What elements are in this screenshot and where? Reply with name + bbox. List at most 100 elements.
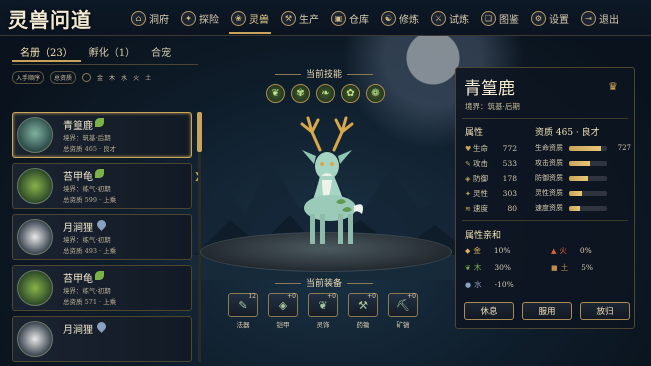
beast-card[interactable]: 苔甲龟 境界：练气·初期 总资质 599 · 上乘	[12, 163, 192, 209]
tab-fusion[interactable]: 合宠	[143, 40, 179, 62]
all-elements-icon[interactable]	[82, 73, 92, 82]
equip-title-text: 当前装备	[305, 279, 342, 289]
equip-slot-hoe[interactable]: ⚒ +0 药锄	[348, 293, 378, 329]
beast-name: 月涧狸	[63, 325, 93, 336]
affinity-earth: ■ 土 5%	[551, 262, 593, 273]
roster-scrollbar[interactable]	[197, 112, 202, 362]
stat-value: 533	[502, 159, 517, 168]
stat-defense: ◈ 防御 178	[465, 173, 517, 184]
equip-level: +0	[407, 293, 416, 300]
tab-roster[interactable]: 名册（23）	[12, 40, 81, 62]
scroll-thumb[interactable]	[197, 112, 202, 152]
beast-card[interactable]: 月涧狸	[12, 316, 192, 362]
aptitude-label: 攻击资质	[535, 159, 563, 167]
divider	[462, 220, 628, 221]
aptitude-defense: 防御资质	[535, 173, 631, 183]
nav-item-cultivate[interactable]: ☯ 修炼	[375, 0, 425, 36]
equip-slot-artifact[interactable]: ✎ 12 法器	[228, 293, 258, 329]
affinity-label: 金	[473, 246, 481, 255]
equip-slot-armor[interactable]: ◈ +0 铠甲	[268, 293, 298, 329]
nav-label: 生产	[299, 14, 319, 26]
beast-name: 月涧狸	[63, 223, 93, 234]
tab-hatch[interactable]: 孵化（1）	[81, 40, 143, 62]
equip-level: +0	[327, 293, 336, 300]
filter-wood[interactable]: 木	[109, 73, 115, 82]
release-button[interactable]: 放归	[580, 302, 630, 320]
filter-metal[interactable]: 金	[97, 73, 103, 82]
stat-value: 178	[502, 174, 517, 183]
consume-button[interactable]: 服用	[522, 302, 572, 320]
stat-label: 速度	[473, 204, 488, 213]
equip-slot-pickaxe[interactable]: ⛏ +0 矿镐	[388, 293, 418, 329]
skill-slot-1-icon[interactable]: ❦	[266, 84, 285, 103]
nav-item-explore[interactable]: ✦ 探险	[175, 0, 225, 36]
equip-label: 铠甲	[276, 321, 290, 329]
leaf-icon	[95, 118, 104, 127]
nav-item-cave[interactable]: ⌂ 洞府	[125, 0, 175, 36]
nav-label: 图鉴	[499, 14, 519, 26]
aptitude-spirit: 灵性资质	[535, 188, 631, 198]
beast-aptitude: 总资质 493 · 上乘	[63, 247, 117, 255]
affinity-value: 0%	[579, 246, 592, 255]
compass-icon: ✦	[181, 10, 196, 26]
beast-icon: ❀	[231, 10, 246, 26]
equip-label: 法器	[236, 321, 250, 329]
beast-card[interactable]: 月涧狸 境界：练气·初期 总资质 493 · 上乘	[12, 214, 192, 260]
nav-item-production[interactable]: ⚒ 生产	[275, 0, 325, 36]
beast-card[interactable]: 青篁鹿 境界：筑基·后期 总资质 465 · 良才	[12, 112, 192, 158]
affinity-title: 属性亲和	[465, 231, 502, 241]
nav-item-warehouse[interactable]: ▣ 仓库	[325, 0, 375, 36]
filter-water[interactable]: 水	[121, 73, 127, 82]
filter-fire[interactable]: 火	[133, 73, 139, 82]
book-icon: ❏	[481, 10, 496, 26]
beast-aptitude: 总资质 571 · 上乘	[63, 298, 117, 306]
nav-label: 洞府	[149, 14, 169, 26]
beast-realm: 境界：练气·初期	[63, 287, 111, 295]
nav-item-codex[interactable]: ❏ 图鉴	[475, 0, 525, 36]
sort-aptitude-button[interactable]: 总资质	[50, 71, 77, 84]
nav-item-exit[interactable]: ⇥ 退出	[575, 0, 625, 36]
nav-item-settings[interactable]: ⚙ 设置	[525, 0, 575, 36]
gear-icon: ⚙	[531, 10, 546, 26]
nav-item-trial[interactable]: ⚔ 试炼	[425, 0, 475, 36]
nav-item-beasts[interactable]: ❀ 灵兽	[225, 0, 275, 36]
yinyang-icon: ☯	[381, 10, 396, 26]
equip-icon-glyph: ✎	[238, 298, 248, 312]
sort-order-button[interactable]: 入手顺序	[12, 71, 45, 84]
affinity-metal: ◆ 金 10%	[465, 245, 511, 256]
stat-label: 生命	[473, 144, 488, 153]
nav-label: 仓库	[349, 14, 369, 26]
aptitude-bar	[569, 205, 607, 211]
metal-icon: ◆	[465, 246, 471, 255]
house-icon: ⌂	[131, 10, 146, 26]
skill-slot-4-icon[interactable]: ✿	[341, 84, 360, 103]
wind-icon: ≋	[465, 204, 471, 213]
affinity-value: 10%	[493, 246, 511, 255]
aptitude-label: 速度资质	[535, 204, 563, 212]
beast-realm: 境界：练气·初期	[63, 185, 111, 193]
top-navigation-bar: 灵兽问道 ⌂ 洞府 ✦ 探险 ❀ 灵兽 ⚒ 生产 ▣ 仓库 ☯ 修炼 ⚔ 试炼 ❏ 图鉴 ⚙ 设置…	[0, 0, 651, 36]
equip-icon-glyph: ❦	[318, 298, 328, 312]
filter-earth[interactable]: 土	[145, 73, 151, 82]
spark-icon: ✦	[465, 189, 471, 198]
affinity-label: 水	[474, 280, 482, 289]
nav-label: 探险	[199, 14, 219, 26]
fire-icon: ▲	[551, 246, 557, 255]
beast-name: 苔甲龟	[63, 274, 93, 285]
aptitude-bar	[569, 175, 607, 181]
equip-slot-ornament[interactable]: ❦ +0 灵饰	[308, 293, 338, 329]
affinity-value: -10%	[494, 280, 514, 289]
equip-label: 矿镐	[396, 321, 410, 329]
skill-slot-5-icon[interactable]: ❁	[366, 84, 385, 103]
skill-slot-3-icon[interactable]: ❧	[316, 84, 335, 103]
rest-button[interactable]: 休息	[464, 302, 514, 320]
beast-card[interactable]: 苔甲龟 境界：练气·初期 总资质 571 · 上乘	[12, 265, 192, 311]
deer-portrait	[17, 117, 53, 153]
beast-name: 青篁鹿	[63, 121, 93, 132]
aptitude-bar-fill	[569, 205, 581, 211]
aptitude-label: 生命资质	[535, 144, 563, 152]
equip-icon-glyph: ⛏	[396, 298, 410, 312]
equipment-bar: ✎ 12 法器 ◈ +0 铠甲 ❦ +0 灵饰 ⚒ +0 药锄 ⛏ +0 矿镐	[228, 293, 418, 329]
skill-slot-2-icon[interactable]: ✾	[291, 84, 310, 103]
wood-icon: ❦	[465, 263, 471, 272]
